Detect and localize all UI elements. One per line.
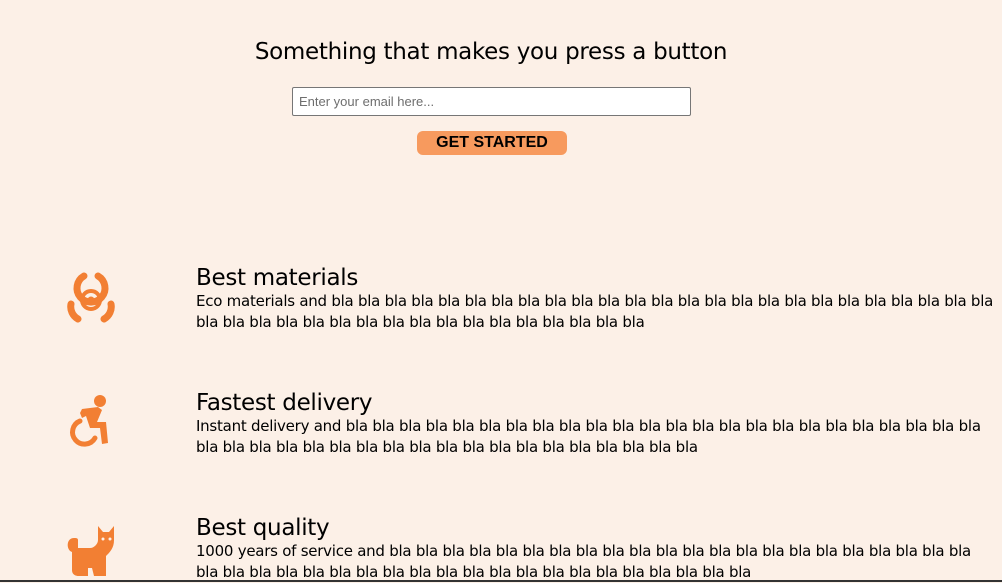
biohazard-icon [60, 263, 122, 325]
feature-title: Best materials [196, 265, 359, 291]
feature-text: Instant delivery and bla bla bla bla bla… [196, 417, 981, 456]
feature-title: Fastest delivery [196, 390, 373, 416]
feature-title: Best quality [196, 515, 330, 541]
hero-title: Something that makes you press a button [254, 39, 728, 65]
cat-icon [60, 518, 122, 580]
feature-text: Eco materials and bla bla bla bla bla bl… [196, 292, 994, 331]
accessible-icon [60, 390, 122, 452]
email-input[interactable] [292, 87, 691, 116]
feature-text: 1000 years of service and bla bla bla bl… [196, 542, 971, 581]
get-started-button[interactable]: GET STARTED [417, 131, 567, 155]
